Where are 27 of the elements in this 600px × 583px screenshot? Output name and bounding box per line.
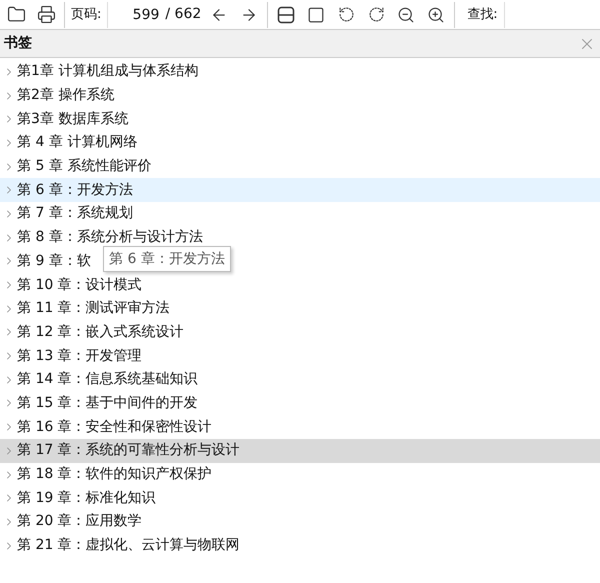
bookmark-item[interactable]: 第1章 计算机组成与体系结构 <box>17 61 198 82</box>
bookmark-item[interactable]: 第 14 章：信息系统基础知识 <box>17 369 198 390</box>
bookmark-item[interactable]: 第 6 章：开发方法 <box>0 178 600 202</box>
bookmark-item[interactable]: 第 9 章：软 <box>17 250 91 272</box>
bookmark-item[interactable]: 第 10 章：设计模式 <box>17 274 142 296</box>
bookmark-item[interactable]: 第 11 章：测试评审方法 <box>17 298 170 320</box>
bookmark-item[interactable]: 第 13 章：开发管理 <box>17 346 142 367</box>
bookmark-item[interactable]: 第 21 章：虚拟化、云计算与物联网 <box>17 535 240 556</box>
bookmark-item[interactable]: 第3章 数据库系统 <box>17 108 128 130</box>
bookmark-item[interactable]: 第 4 章 计算机网络 <box>17 132 138 154</box>
bookmark-item[interactable]: 第 17 章：系统的可靠性分析与设计 <box>0 439 600 463</box>
tooltip: 第 6 章：开发方法 <box>103 246 231 272</box>
bookmarks-title: 书签 <box>4 34 32 53</box>
bookmark-item[interactable]: 第 7 章：系统规划 <box>17 203 133 224</box>
bookmark-item[interactable]: 第 15 章：基于中间件的开发 <box>17 392 198 414</box>
page-label: 页码: <box>71 6 102 24</box>
page-input-field[interactable]: 599 <box>107 2 160 28</box>
bookmark-item[interactable]: 第 12 章：嵌入式系统设计 <box>17 322 184 343</box>
bookmark-item[interactable]: 第 19 章：标准化知识 <box>17 488 156 509</box>
bookmark-item[interactable]: 第 16 章：安全性和保密性设计 <box>17 416 212 438</box>
bookmark-item[interactable]: 第 20 章：应用数学 <box>17 511 142 532</box>
bookmark-item[interactable]: 第 18 章：软件的知识产权保护 <box>17 464 212 486</box>
bookmark-item[interactable]: 第2章 操作系统 <box>17 85 114 106</box>
bookmark-item[interactable]: 第 5 章 系统性能评价 <box>17 156 152 178</box>
bookmark-item[interactable]: 第 8 章：系统分析与设计方法 <box>17 227 203 248</box>
search-label: 查找: <box>467 6 498 24</box>
page-total: / 662 <box>165 5 202 24</box>
